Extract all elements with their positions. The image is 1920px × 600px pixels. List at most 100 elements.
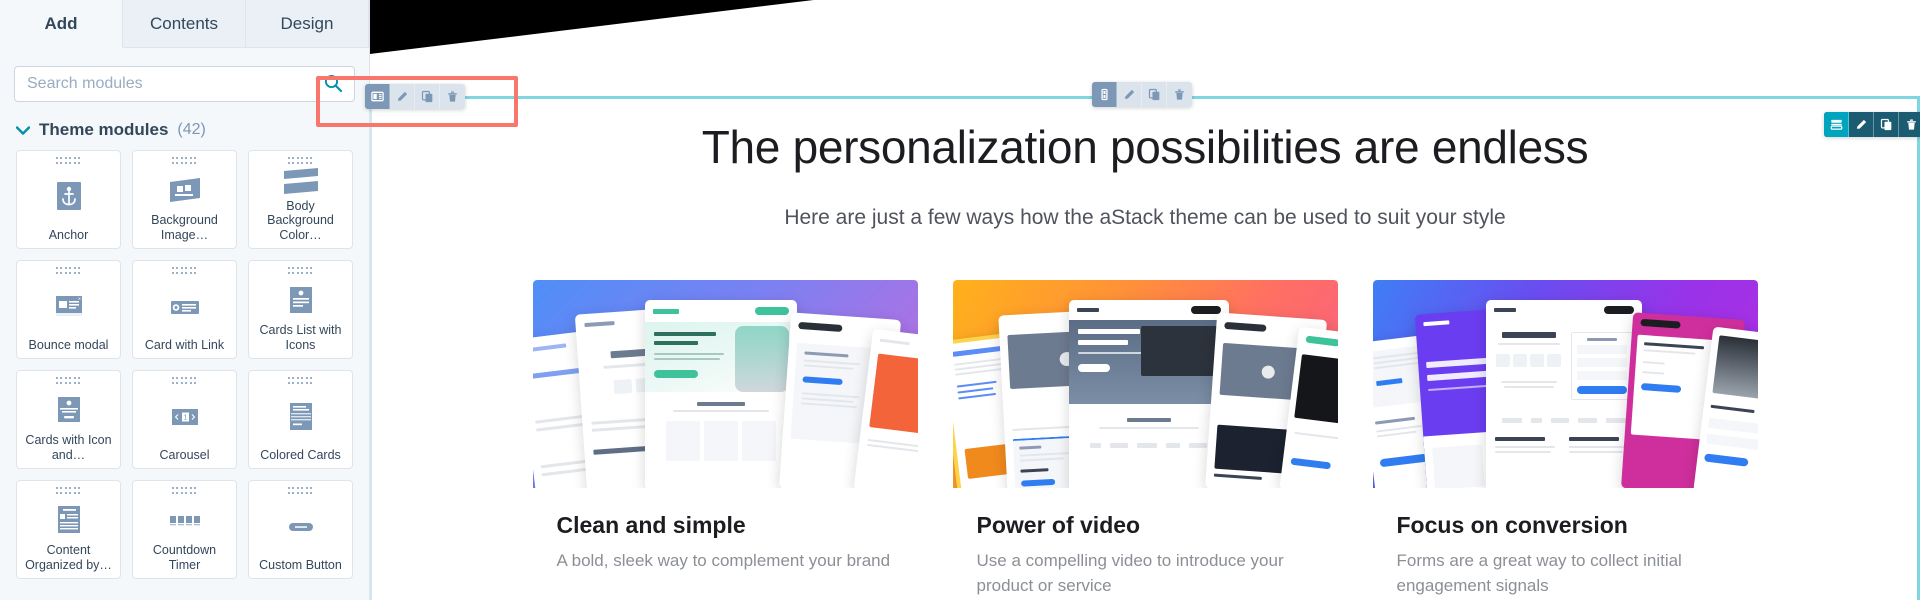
feature-card-title: Focus on conversion [1396,512,1628,538]
pencil-icon[interactable] [1849,112,1874,137]
power-of-video-mockup [952,280,1338,488]
module-label: Cards with Icon and… [25,433,112,462]
module-card-cards-list-with-icons[interactable]: Cards List with Icons [248,260,353,359]
drag-grip-icon[interactable] [55,157,82,166]
module-card-card-with-link[interactable]: Card with Link [132,260,237,359]
search-icon [323,73,343,96]
copy-icon[interactable] [1142,82,1167,107]
tab-design[interactable]: Design [246,0,369,48]
module-toolbar [365,84,465,109]
drag-grip-icon[interactable] [287,267,314,276]
feature-card-body: Focus on conversion Forms are a great wa… [1373,488,1758,598]
pencil-icon[interactable] [390,84,415,109]
background-image-icon [133,166,236,213]
card-with-link-icon [133,276,236,338]
module-grid: Anchor Background Image… Body Background… [16,150,353,579]
module-label: Bounce modal [28,337,109,352]
feature-card[interactable]: Focus on conversion Forms are a great wa… [1372,280,1758,600]
module-card-body-background-color[interactable]: Body Background Color… [248,150,353,249]
hero-section[interactable]: The personalization possibilities are en… [370,100,1920,230]
page-toolbar [1824,112,1920,137]
pencil-icon[interactable] [1117,82,1142,107]
module-label: Card with Link [144,337,225,352]
module-label: Carousel [159,447,210,462]
section-toolbar [1092,82,1192,107]
drag-grip-icon[interactable] [287,157,314,165]
drag-grip-icon[interactable] [287,487,314,496]
selection-border-left [370,96,372,600]
theme-modules-section-header[interactable]: Theme modules (42) [15,120,353,140]
module-card-colored-cards[interactable]: Colored Cards [248,370,353,469]
trash-icon[interactable] [1899,112,1920,137]
chevron-down-icon [15,123,31,138]
feature-card[interactable]: Power of video Use a compelling video to… [952,280,1338,600]
drag-grip-icon[interactable] [171,157,198,166]
svg-text:×: × [78,296,81,302]
module-label: Cards List with Icons [259,323,342,352]
module-card-anchor[interactable]: Anchor [16,150,121,249]
custom-button-icon [249,496,352,558]
search-row [14,66,355,102]
feature-card[interactable]: Clean and simple A bold, sleek way to co… [532,280,918,600]
countdown-timer-icon [133,496,236,543]
tab-add-label: Add [44,13,78,33]
drag-grip-icon[interactable] [55,487,82,496]
feature-card-body: Clean and simple A bold, sleek way to co… [533,488,918,600]
search-input[interactable] [14,66,355,102]
tab-contents[interactable]: Contents [123,0,246,48]
copy-icon[interactable] [415,84,440,109]
module-card-carousel[interactable]: 1 Carousel [132,370,237,469]
sidebar-tabstrip: Add Contents Design [0,0,369,48]
editor-window: Add Contents Design Search modules Theme… [0,0,1920,600]
body-background-color-icon [249,165,352,199]
module-sidebar: Add Contents Design Search modules Theme… [0,0,370,600]
decorative-diagonal-shape [370,0,830,54]
section-title: Theme modules [39,120,169,139]
module-card-bounce-modal[interactable]: × Bounce modal [16,260,121,359]
feature-card-title: Clean and simple [556,512,746,538]
feature-card-subtitle: Use a compelling video to introduce your… [976,551,1284,595]
module-label: Background Image… [151,213,218,242]
tab-design-label: Design [280,13,334,33]
feature-card-subtitle: A bold, sleek way to complement your bra… [556,551,891,570]
module-label: Body Background Color… [267,198,334,242]
drag-grip-icon[interactable] [55,377,82,386]
module-label: Custom Button [259,557,342,572]
drag-grip-icon[interactable] [55,267,82,276]
module-card-custom-button[interactable]: Custom Button [248,480,353,579]
drag-grip-icon[interactable] [171,487,198,496]
drag-grip-icon[interactable] [171,377,198,386]
feature-card-row: Clean and simple A bold, sleek way to co… [370,280,1920,600]
copy-icon[interactable] [1874,112,1899,137]
feature-card-extra: Customers are using the aStack theme [557,596,894,600]
feature-card-subtitle: Forms are a great way to collect initial… [1396,551,1682,595]
trash-icon[interactable] [440,84,465,109]
colored-cards-icon [249,386,352,448]
content-organized-icon [17,496,120,543]
anchor-icon [17,166,120,228]
drag-grip-icon[interactable] [287,377,314,386]
svg-text:1: 1 [183,415,187,422]
module-card-countdown-timer[interactable]: Countdown Timer [132,480,237,579]
module-label: Anchor [48,227,89,242]
module-card-content-organized-by[interactable]: Content Organized by… [16,480,121,579]
cards-list-with-icons-icon [249,276,352,323]
tab-add[interactable]: Add [0,0,123,48]
module-label: Colored Cards [260,447,341,462]
search-button[interactable] [311,66,355,102]
module-label: Countdown Timer [152,543,217,572]
clean-and-simple-mockup [532,280,918,488]
layout-columns-icon[interactable] [365,84,390,109]
carousel-icon: 1 [133,386,236,448]
module-label: Content Organized by… [25,543,112,572]
drag-grip-icon[interactable] [171,267,198,276]
tab-contents-label: Contents [149,13,219,33]
bounce-modal-icon: × [17,276,120,338]
feature-card-title: Power of video [976,512,1141,538]
layout-rows-icon[interactable] [1092,82,1117,107]
module-card-cards-with-icon[interactable]: Cards with Icon and… [16,370,121,469]
page-title: The personalization possibilities are en… [701,121,1589,173]
layout-stack-icon[interactable] [1824,112,1849,137]
module-card-background-image[interactable]: Background Image… [132,150,237,249]
trash-icon[interactable] [1167,82,1192,107]
